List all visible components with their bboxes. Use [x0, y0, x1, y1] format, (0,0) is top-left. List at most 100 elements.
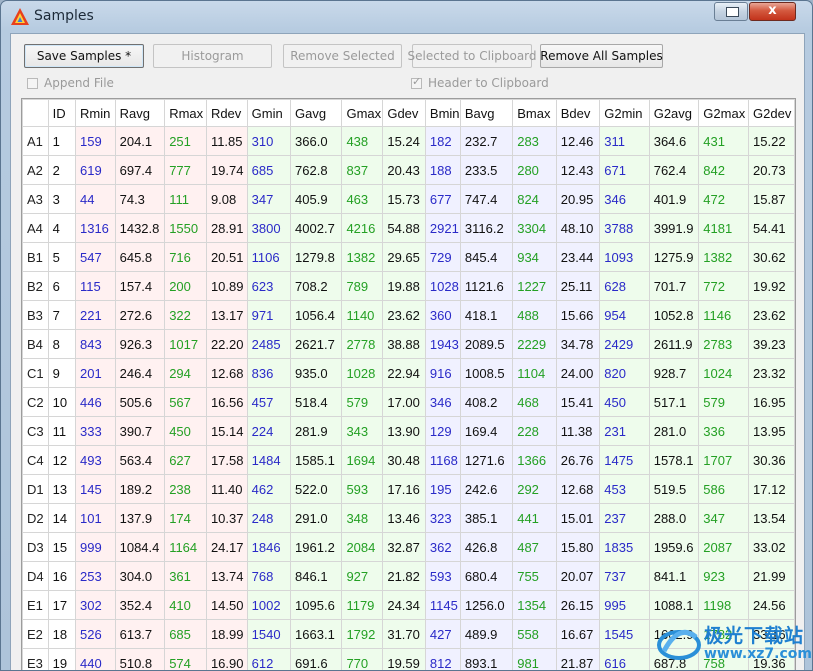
- table-cell: 427: [424, 619, 461, 649]
- selected-to-clipboard-button[interactable]: Selected to Clipboard: [408, 44, 537, 68]
- column-header[interactable]: Rdev: [205, 99, 248, 127]
- samples-table-container[interactable]: ID Rmin Ravg Rmax Rdev Gmin Gavg Gmax Gdev Bmin Ba…: [21, 98, 796, 670]
- table-cell: 17.58: [205, 445, 248, 475]
- table-row[interactable]: B1 5 547 645.8 716 20.51 1106 1279.8 1382 29.65 72…: [22, 242, 795, 272]
- table-cell: 2429: [599, 329, 650, 359]
- restore-button[interactable]: [714, 2, 748, 21]
- table-cell: 200: [164, 271, 207, 301]
- table-cell: 770: [341, 648, 384, 670]
- column-header[interactable]: Gdev: [382, 99, 426, 127]
- table-row[interactable]: A1 1 159 204.1 251 11.85 310 366.0 438 15.24 182 23…: [22, 126, 795, 156]
- table-cell: 323: [424, 503, 461, 533]
- column-header[interactable]: Bmax: [512, 99, 557, 127]
- table-row[interactable]: B3 7 221 272.6 322 13.17 971 1056.4 1140 23.62 360…: [22, 300, 795, 330]
- column-header[interactable]: Gmin: [246, 99, 292, 127]
- column-header[interactable]: G2dev: [748, 99, 795, 127]
- table-cell: 233.5: [459, 155, 514, 185]
- column-header[interactable]: Rmax: [164, 99, 207, 127]
- table-cell: 1961.2: [290, 532, 343, 562]
- table-row[interactable]: B4 8 843 926.3 1017 22.20 2485 2621.7 2778 38.88 1…: [22, 329, 795, 359]
- table-cell: 563.4: [114, 445, 166, 475]
- table-cell: 16.67: [555, 619, 601, 649]
- column-header[interactable]: Ravg: [114, 99, 166, 127]
- table-row[interactable]: B2 6 115 157.4 200 10.89 623 708.2 789 19.88 1028 1…: [22, 271, 795, 301]
- table-cell: 11.85: [205, 126, 248, 156]
- table-cell: 288.0: [648, 503, 700, 533]
- save-samples-button[interactable]: Save Samples *: [24, 44, 144, 68]
- table-cell: 768: [246, 561, 292, 591]
- column-header[interactable]: Bmin: [424, 99, 461, 127]
- table-cell: 1545: [599, 619, 650, 649]
- column-header[interactable]: Gavg: [290, 99, 343, 127]
- table-cell: 304.0: [114, 561, 166, 591]
- table-cell: 19.74: [205, 155, 248, 185]
- row-label: A4: [22, 213, 49, 243]
- table-cell: 586: [698, 474, 750, 504]
- table-cell: 729: [424, 242, 461, 272]
- table-cell: 954: [599, 300, 650, 330]
- close-button[interactable]: x: [749, 2, 796, 21]
- column-header[interactable]: [22, 99, 49, 127]
- table-cell: 24.00: [555, 358, 601, 388]
- table-cell: 450: [599, 387, 650, 417]
- table-cell: 310: [246, 126, 292, 156]
- table-cell: 450: [164, 416, 207, 446]
- remove-all-samples-button[interactable]: Remove All Samples: [540, 44, 663, 68]
- table-cell: 16: [47, 561, 76, 591]
- remove-selected-button[interactable]: Remove Selected: [283, 44, 402, 68]
- column-header[interactable]: Rmin: [74, 99, 116, 127]
- table-cell: 13.17: [205, 300, 248, 330]
- table-cell: 671: [599, 155, 650, 185]
- table-row[interactable]: E1 17 302 352.4 410 14.50 1002 1095.6 1179 24.34 1…: [22, 590, 795, 620]
- table-cell: 111: [164, 184, 207, 214]
- table-cell: 2611.9: [648, 329, 700, 359]
- table-cell: 21.99: [748, 561, 795, 591]
- table-cell: 12.68: [555, 474, 601, 504]
- column-header[interactable]: G2max: [698, 99, 750, 127]
- column-header[interactable]: Bavg: [459, 99, 514, 127]
- table-row[interactable]: A4 4 1316 1432.8 1550 28.91 3800 4002.7 4216 54.8…: [22, 213, 795, 243]
- table-cell: 1382: [698, 242, 750, 272]
- append-file-checkbox[interactable]: [27, 77, 38, 89]
- table-cell: 10.89: [205, 271, 248, 301]
- table-cell: 283: [512, 126, 557, 156]
- column-header[interactable]: Gmax: [341, 99, 384, 127]
- title-bar[interactable]: Samples x: [1, 1, 812, 32]
- column-header[interactable]: ID: [47, 99, 76, 127]
- table-cell: 1279.8: [290, 242, 343, 272]
- append-file-option[interactable]: Append File: [27, 76, 114, 90]
- table-cell: 1028: [424, 271, 461, 301]
- table-row[interactable]: D4 16 253 304.0 361 13.74 768 846.1 927 21.82 593 6…: [22, 561, 795, 591]
- table-header-row: ID Rmin Ravg Rmax Rdev Gmin Gavg Gmax Gdev Bmin Ba…: [22, 99, 795, 127]
- column-header[interactable]: Bdev: [555, 99, 601, 127]
- table-cell: 3800: [246, 213, 292, 243]
- table-row[interactable]: D3 15 999 1084.4 1164 24.17 1846 1961.2 2084 32.8…: [22, 532, 795, 562]
- table-row[interactable]: A3 3 44 74.3 111 9.08 347 405.9 463 15.73 677 747.4…: [22, 184, 795, 214]
- table-cell: 20.73: [748, 155, 795, 185]
- table-cell: 2: [47, 155, 76, 185]
- table-row[interactable]: C4 12 493 563.4 627 17.58 1484 1585.1 1694 30.48 1…: [22, 445, 795, 475]
- table-row[interactable]: C3 11 333 390.7 450 15.14 224 281.9 343 13.90 129 1…: [22, 416, 795, 446]
- header-to-clipboard-option[interactable]: Header to Clipboard: [411, 75, 549, 90]
- table-cell: 34.78: [555, 329, 601, 359]
- table-cell: 12: [47, 445, 76, 475]
- table-row[interactable]: D2 14 101 137.9 174 10.37 248 291.0 348 13.46 323 3…: [22, 503, 795, 533]
- table-cell: 2089.5: [459, 329, 514, 359]
- table-cell: 1: [47, 126, 76, 156]
- table-row[interactable]: D1 13 145 189.2 238 11.40 462 522.0 593 17.16 195 2…: [22, 474, 795, 504]
- table-cell: 762.4: [648, 155, 700, 185]
- header-to-clipboard-checkbox[interactable]: [411, 75, 422, 89]
- table-cell: 824: [512, 184, 557, 214]
- table-row[interactable]: A2 2 619 697.4 777 19.74 685 762.8 837 20.43 188 23…: [22, 155, 795, 185]
- table-cell: 201: [74, 358, 116, 388]
- table-cell: 188: [424, 155, 461, 185]
- table-cell: 1106: [246, 242, 292, 272]
- table-cell: 613.7: [114, 619, 166, 649]
- table-cell: 462: [246, 474, 292, 504]
- table-cell: 31.70: [382, 619, 426, 649]
- table-row[interactable]: C2 10 446 505.6 567 16.56 457 518.4 579 17.00 346 4…: [22, 387, 795, 417]
- histogram-button[interactable]: Histogram: [153, 44, 272, 68]
- column-header[interactable]: G2min: [599, 99, 650, 127]
- table-row[interactable]: C1 9 201 246.4 294 12.68 836 935.0 1028 22.94 916 1…: [22, 358, 795, 388]
- column-header[interactable]: G2avg: [648, 99, 700, 127]
